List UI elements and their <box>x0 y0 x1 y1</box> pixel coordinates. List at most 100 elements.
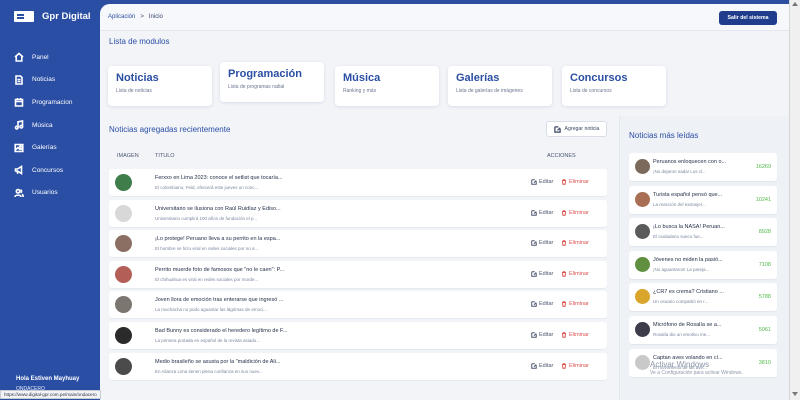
edit-button[interactable]: Editar <box>531 179 553 185</box>
delete-button[interactable]: Eliminar <box>561 363 589 369</box>
sidebar-item-usuarios[interactable]: Usuarios <box>14 182 72 205</box>
edit-button[interactable]: Editar <box>531 210 553 216</box>
list-item[interactable]: Peruanos enloquecen con o... ¡No dejaron… <box>629 153 777 181</box>
home-icon <box>14 52 24 63</box>
sidebar-item-programacion[interactable]: Programacion <box>14 91 72 114</box>
module-card-musica[interactable]: Música Ranking y más <box>335 66 439 106</box>
delete-label: Eliminar <box>569 240 589 247</box>
breadcrumb-separator: > <box>140 14 144 20</box>
module-card-title: Noticias <box>116 72 159 84</box>
sidebar-item-noticias[interactable]: Noticias <box>14 69 72 92</box>
delete-button[interactable]: Eliminar <box>561 271 589 277</box>
edit-button[interactable]: Editar <box>531 301 553 307</box>
module-card-subtitle: Lista de concursos <box>570 88 612 94</box>
edit-button[interactable]: Editar <box>531 363 553 369</box>
news-summary: El hombre se hizo viral en redes sociale… <box>155 246 259 252</box>
list-item[interactable]: Turista español pensó que... La reacción… <box>629 185 777 214</box>
news-summary: Un usuario compartió en r... <box>653 299 709 305</box>
brand[interactable]: Gpr Digital <box>14 11 91 22</box>
edit-icon <box>531 332 537 338</box>
windows-activation-watermark: Activar Windows Ve a Configuración para … <box>650 360 743 376</box>
list-item[interactable]: ¿CR7 es crema? Cristiano ... Un usuario … <box>629 283 777 312</box>
list-item[interactable]: Micrófono de Rosalía se a... Rosalía dio… <box>629 315 777 344</box>
news-summary: La primera portada en español de la revi… <box>155 337 261 343</box>
delete-button[interactable]: Eliminar <box>561 301 589 307</box>
delete-button[interactable]: Eliminar <box>561 210 589 216</box>
page-scrollbar[interactable] <box>789 0 800 400</box>
delete-label: Eliminar <box>569 301 589 308</box>
module-card-concursos[interactable]: Concursos Lista de concursos <box>562 66 666 106</box>
megaphone-icon <box>14 165 23 176</box>
sidebar-item-concursos[interactable]: Concursos <box>14 159 72 182</box>
edit-icon <box>553 125 561 133</box>
list-item[interactable]: ¡Lo busca la NASA! Peruan... El ciudadan… <box>629 218 777 247</box>
delete-label: Eliminar <box>569 270 589 277</box>
news-summary: El colombiano, Feid, ofrecerá este jueve… <box>155 185 259 190</box>
edit-label: Editar <box>539 179 554 185</box>
table-row: ¡Lo protege! Peruano lleva a su perrito … <box>109 230 607 258</box>
list-item[interactable]: Jóvenes no miden la pasió... ¡No aguanta… <box>629 250 777 279</box>
sidebar-item-label: Panel <box>32 53 49 61</box>
module-card-noticias[interactable]: Noticias Lista de noticias <box>108 66 212 106</box>
sidebar-nav: Panel Noticias Programacion Música Galer… <box>14 46 72 204</box>
module-card-galerias[interactable]: Galerías Lista de galerías de imágenes <box>448 66 552 106</box>
news-title: ¿CR7 es crema? Cristiano ... <box>653 289 724 296</box>
edit-label: Editar <box>539 240 554 247</box>
module-card-title: Música <box>343 72 381 84</box>
read-count: 16269 <box>755 164 771 170</box>
breadcrumb-root[interactable]: Aplicación <box>108 14 135 20</box>
trash-icon <box>562 332 566 338</box>
most-read-list: Peruanos enloquecen con o... ¡No dejaron… <box>629 153 777 381</box>
delete-label: Eliminar <box>569 179 589 185</box>
edit-button[interactable]: Editar <box>531 240 553 246</box>
most-read-panel: Noticias más leídas Peruanos enloquecen … <box>619 116 789 400</box>
news-summary: ¡No dejaron nada! Los cl... <box>653 169 706 174</box>
edit-icon <box>531 271 537 277</box>
news-title: Medio brasileño se asusta por la "maldic… <box>155 358 281 365</box>
news-title: Ferxxo en Lima 2023: conoce el setlist q… <box>155 175 283 181</box>
edit-icon <box>531 240 537 246</box>
news-table-header: IMAGEN TITULO ACCIONES <box>109 146 607 166</box>
sidebar-item-galerias[interactable]: Galerías <box>14 136 72 159</box>
edit-icon <box>531 179 537 185</box>
delete-button[interactable]: Eliminar <box>561 332 589 338</box>
news-thumbnail <box>635 289 650 305</box>
trash-icon <box>562 301 566 308</box>
edit-icon <box>531 362 537 369</box>
trash-icon <box>562 271 566 277</box>
news-thumbnail <box>115 357 132 375</box>
news-summary: El ciudadano sueco fue... <box>653 234 704 240</box>
news-thumbnail <box>635 354 650 370</box>
news-summary: Universitario cumplirá 100 años de funda… <box>155 215 258 221</box>
document-icon <box>15 75 23 85</box>
add-news-button[interactable]: Agregar noticia <box>546 121 607 137</box>
delete-button[interactable]: Eliminar <box>561 240 589 246</box>
module-card-programacion[interactable]: Programación Lista de programas radial <box>220 62 324 102</box>
news-title: Micrófono de Rosalía se a... <box>653 321 722 328</box>
edit-icon <box>531 209 537 216</box>
read-count: 8928 <box>758 229 771 236</box>
sidebar-item-musica[interactable]: Música <box>14 114 72 137</box>
scroll-down-arrow-icon[interactable] <box>792 392 798 396</box>
logout-button[interactable]: Salir del sistema <box>719 11 777 25</box>
module-card-subtitle: Lista de programas radial <box>228 84 285 90</box>
sidebar-item-panel[interactable]: Panel <box>14 46 72 69</box>
edit-label: Editar <box>539 331 554 338</box>
edit-button[interactable]: Editar <box>531 332 553 338</box>
news-summary: ¡No aguantaron! La pareja... <box>653 266 710 272</box>
scroll-up-arrow-icon[interactable] <box>792 2 798 6</box>
watermark-subtitle: Ve a Configuración para activar Windows. <box>650 370 743 376</box>
edit-label: Editar <box>539 362 554 369</box>
breadcrumb: Aplicación > Inicio <box>108 14 163 20</box>
module-card-title: Galerías <box>456 72 500 84</box>
edit-button[interactable]: Editar <box>531 271 553 277</box>
delete-button[interactable]: Eliminar <box>561 179 589 185</box>
sidebar-item-label: Noticias <box>32 76 56 84</box>
recent-news-title: Noticias agregadas recientemente <box>109 125 231 134</box>
most-read-title: Noticias más leídas <box>629 131 699 140</box>
news-thumbnail <box>635 191 650 207</box>
edit-icon <box>531 301 537 308</box>
trash-icon <box>562 362 566 369</box>
news-thumbnail <box>635 256 650 272</box>
edit-label: Editar <box>539 301 554 308</box>
